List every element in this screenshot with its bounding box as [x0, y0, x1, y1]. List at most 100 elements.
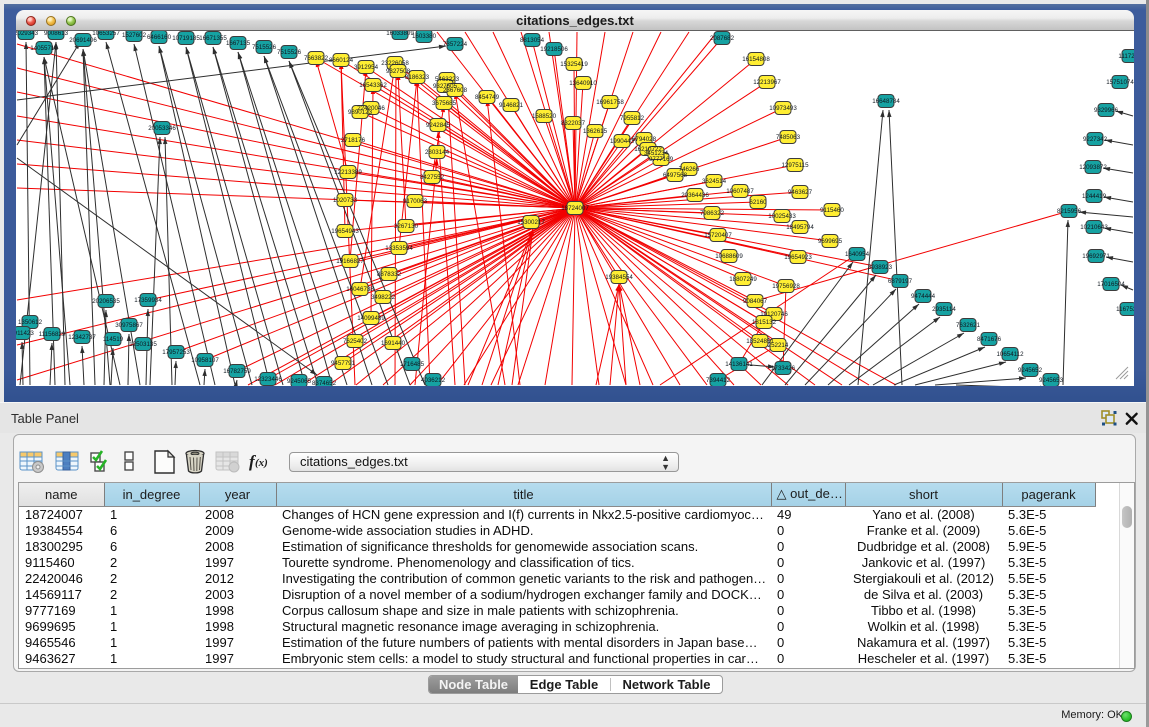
svg-text:1716485: 1716485 [400, 361, 425, 368]
svg-text:12342737: 12342737 [68, 334, 96, 341]
svg-text:17957253: 17957253 [162, 349, 190, 356]
svg-text:9146821: 9146821 [499, 102, 524, 109]
svg-text:1527602: 1527602 [122, 32, 147, 39]
svg-text:1020733: 1020733 [333, 197, 358, 204]
svg-text:9245653: 9245653 [1039, 377, 1064, 384]
svg-text:9890123: 9890123 [348, 109, 373, 116]
svg-text:19384554: 19384554 [605, 274, 633, 281]
svg-text:1603380: 1603380 [412, 33, 437, 40]
svg-text:9008613: 9008613 [44, 31, 69, 37]
svg-text:1588520: 1588520 [532, 113, 557, 120]
svg-text:9777169: 9777169 [649, 156, 674, 163]
svg-text:8471676: 8471676 [977, 336, 1002, 343]
svg-text:9242845: 9242845 [426, 122, 451, 129]
svg-text:62160: 62160 [749, 199, 767, 206]
svg-text:15751074: 15751074 [1106, 79, 1134, 86]
svg-text:10688609: 10688609 [715, 253, 743, 260]
svg-text:9699695: 9699695 [818, 238, 843, 245]
svg-text:1667135: 1667135 [226, 40, 251, 47]
svg-text:6466160: 6466160 [147, 34, 172, 41]
svg-text:3911423: 3911423 [16, 330, 34, 337]
svg-text:19654923: 19654923 [784, 254, 812, 261]
svg-text:12323446: 12323446 [254, 376, 282, 383]
svg-text:8660124: 8660124 [329, 57, 354, 64]
svg-text:20691406: 20691406 [69, 37, 97, 44]
svg-text:9463627: 9463627 [788, 189, 813, 196]
svg-text:9227342: 9227342 [1083, 136, 1108, 143]
svg-text:10120746: 10120746 [760, 311, 788, 318]
svg-text:7515526: 7515526 [277, 49, 302, 56]
svg-text:20364436: 20364436 [681, 192, 709, 199]
svg-text:9474444: 9474444 [911, 293, 936, 300]
svg-text:9115460: 9115460 [820, 207, 844, 214]
svg-text:1990443: 1990443 [610, 138, 635, 145]
svg-text:8322037: 8322037 [561, 120, 586, 127]
svg-text:3498222: 3498222 [371, 294, 396, 301]
svg-text:12975115: 12975115 [781, 162, 809, 169]
svg-text:7394412: 7394412 [706, 377, 731, 384]
svg-text:1362615: 1362615 [583, 128, 608, 135]
svg-text:10210643: 10210643 [1080, 224, 1108, 231]
svg-text:19218506: 19218506 [540, 46, 568, 53]
svg-text:16543362: 16543362 [359, 82, 387, 89]
svg-text:1733426: 1733426 [771, 365, 796, 372]
svg-text:17359934: 17359934 [134, 297, 162, 304]
svg-text:15300217: 15300217 [517, 219, 545, 226]
svg-text:20206535: 20206535 [92, 298, 120, 305]
svg-text:18807249: 18807249 [729, 276, 757, 283]
svg-text:3624514: 3624514 [702, 178, 727, 185]
svg-text:8427552: 8427552 [420, 174, 445, 181]
svg-text:7632621: 7632621 [956, 322, 981, 329]
svg-text:30975867: 30975867 [115, 322, 143, 329]
svg-text:7357224: 7357224 [443, 41, 468, 48]
svg-text:1640954: 1640954 [845, 251, 870, 258]
svg-text:8938923: 8938923 [868, 264, 893, 271]
svg-text:19692971: 19692971 [1082, 253, 1110, 260]
svg-text:18495794: 18495794 [786, 224, 814, 231]
svg-text:8813054: 8813054 [520, 37, 545, 44]
svg-text:9170063: 9170063 [403, 198, 428, 205]
svg-text:10719185: 10719185 [172, 35, 200, 42]
svg-text:19756928: 19756928 [772, 283, 800, 290]
svg-text:10607487: 10607487 [726, 188, 754, 195]
svg-text:10025433: 10025433 [768, 213, 796, 220]
svg-text:2367608: 2367608 [443, 87, 468, 94]
svg-text:2718176: 2718176 [341, 137, 366, 144]
svg-text:3675685: 3675685 [432, 100, 457, 107]
svg-text:9245652: 9245652 [1018, 367, 1043, 374]
svg-text:1815132: 1815132 [752, 319, 777, 326]
svg-text:7663822: 7663822 [304, 55, 329, 62]
svg-text:252214: 252214 [768, 342, 789, 349]
svg-text:5463223: 5463223 [435, 76, 460, 83]
svg-text:1117233: 1117233 [1118, 53, 1134, 60]
svg-text:8454749: 8454749 [475, 94, 500, 101]
svg-text:8374652: 8374652 [312, 380, 337, 386]
svg-text:11156829: 11156829 [39, 331, 66, 338]
svg-text:13353594: 13353594 [385, 245, 413, 252]
svg-text:9457791: 9457791 [331, 360, 356, 367]
svg-text:(x): (x) [255, 457, 268, 469]
svg-text:10654112: 10654112 [996, 351, 1024, 358]
svg-text:14099489: 14099489 [357, 315, 385, 322]
svg-text:7485063: 7485063 [776, 134, 801, 141]
svg-text:4036212: 4036212 [421, 377, 446, 384]
svg-text:12213389: 12213389 [334, 169, 362, 176]
svg-text:1691440: 1691440 [381, 340, 406, 347]
svg-text:2803144: 2803144 [425, 149, 450, 156]
svg-text:17016504: 17016504 [1097, 281, 1125, 288]
svg-text:8186323: 8186323 [405, 74, 430, 81]
svg-text:10973493: 10973493 [769, 105, 797, 112]
svg-text:8878332: 8878332 [377, 271, 402, 278]
svg-text:6879197: 6879197 [888, 278, 913, 285]
svg-text:7625402: 7625402 [343, 338, 368, 345]
svg-text:2935114: 2935114 [932, 306, 956, 313]
svg-text:15325419: 15325419 [560, 61, 588, 68]
svg-text:8215956: 8215956 [1057, 208, 1082, 215]
svg-text:7955812: 7955812 [620, 115, 645, 122]
svg-text:15720407: 15720407 [704, 232, 732, 239]
svg-text:1167533: 1167533 [1116, 306, 1134, 313]
svg-text:19166827: 19166827 [336, 258, 364, 265]
svg-text:3912954: 3912954 [354, 64, 379, 71]
svg-text:12503135: 12503135 [129, 341, 157, 348]
svg-text:18724007: 18724007 [561, 205, 589, 212]
